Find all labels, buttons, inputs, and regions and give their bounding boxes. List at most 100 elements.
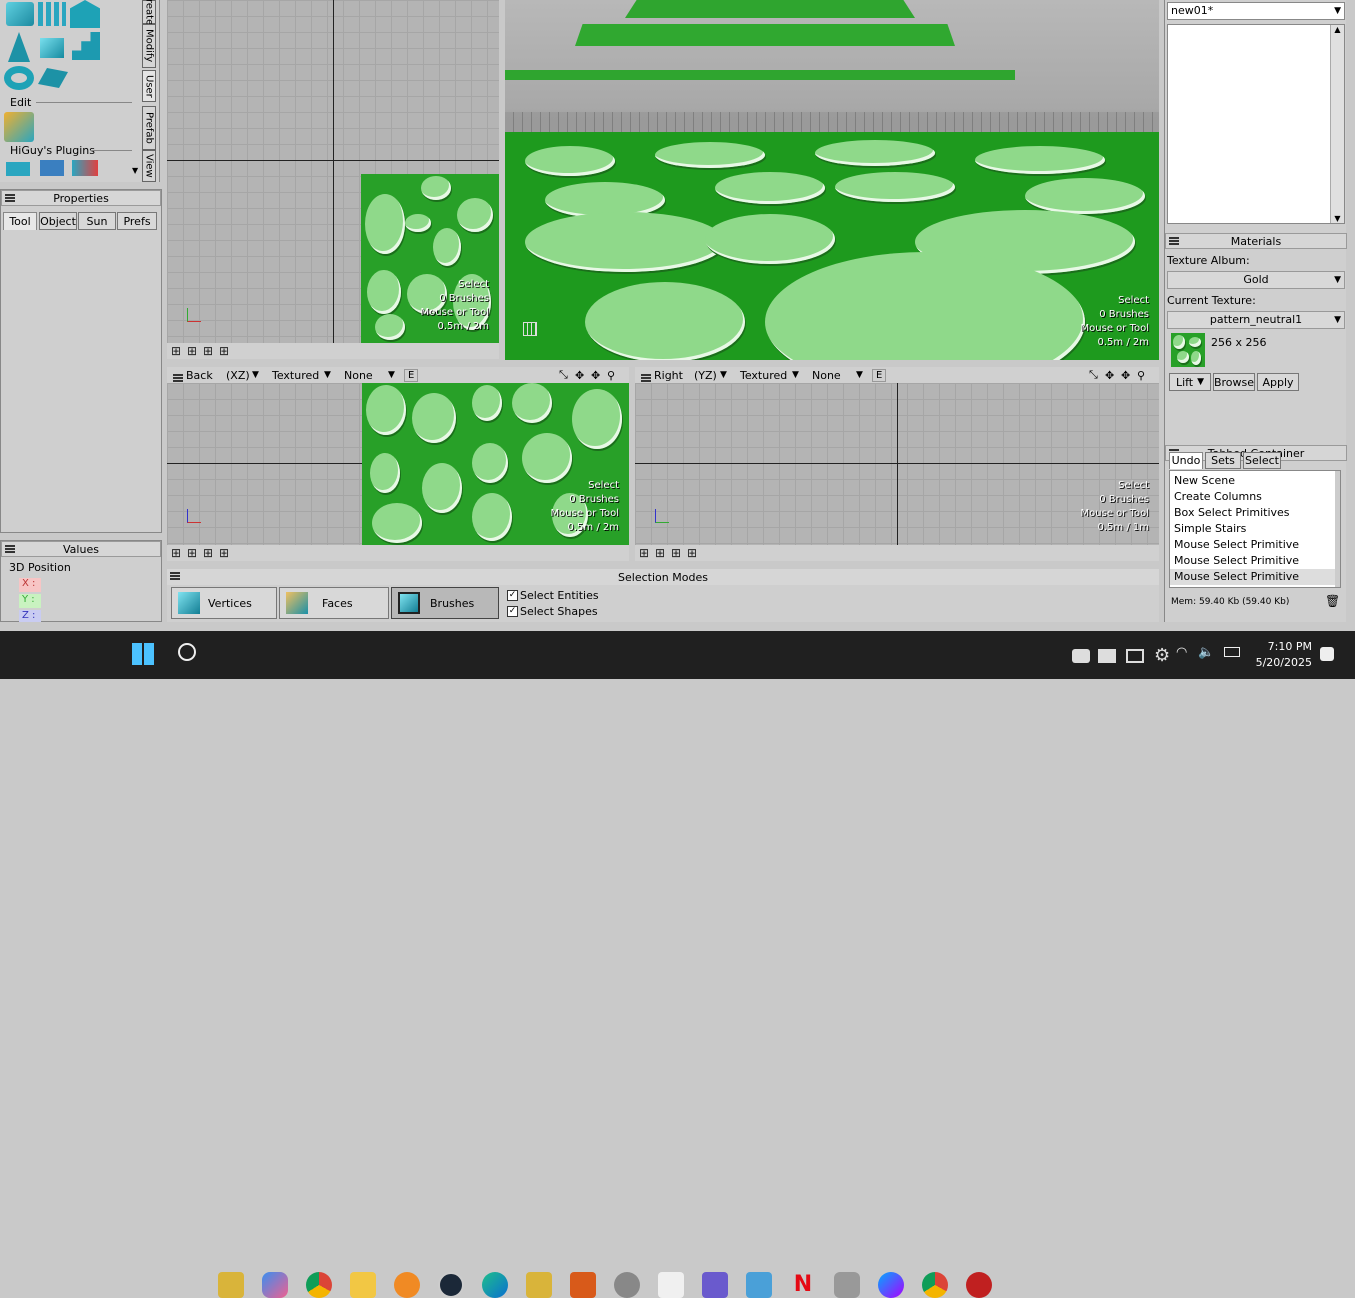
resize-icon[interactable]: ⤡ [559,368,568,382]
volume-icon[interactable]: 🔈 [1198,645,1214,660]
window-icon[interactable] [1126,649,1144,663]
filter-select[interactable]: None [344,369,388,382]
layout-icon[interactable]: ⊞ [639,546,649,560]
render-mode-select[interactable]: Textured [740,369,792,382]
axis-select[interactable]: (YZ) [694,369,720,382]
select-shapes-checkbox[interactable]: ✓ Select Shapes [507,605,598,618]
tab-user[interactable]: User [142,70,156,102]
search-icon[interactable] [178,643,196,661]
list-item[interactable]: Create Columns [1170,489,1340,505]
app-icon[interactable] [570,1272,596,1298]
plugin-icon[interactable] [6,162,30,176]
x-axis-field[interactable]: X : [19,578,41,592]
render-mode-select[interactable]: Textured [272,369,324,382]
zoom-icon[interactable]: ⚲ [1137,369,1145,382]
mode-brushes-button[interactable]: Brushes [391,587,499,619]
columns-primitive-icon[interactable] [38,2,66,26]
scene-select[interactable]: new01* ▼ [1167,2,1345,20]
netflix-icon[interactable]: N [790,1272,816,1298]
tab-object[interactable]: Object [39,212,77,230]
tab-undo[interactable]: Undo [1169,452,1203,469]
lift-button[interactable]: Lift ▼ [1169,373,1211,391]
scrollbar[interactable] [1335,471,1340,587]
app-icon[interactable] [218,1272,244,1298]
pan-icon[interactable]: ✥ [591,369,600,382]
list-item[interactable]: Mouse Select Primitive [1170,553,1340,569]
clock-time[interactable]: 7:10 PM [1262,640,1312,653]
layout-icon[interactable]: ⊞ [219,344,229,358]
move-icon[interactable]: ✥ [1105,369,1114,382]
tab-view[interactable]: View [142,150,156,182]
chrome-icon[interactable] [922,1272,948,1298]
chrome-icon[interactable] [306,1272,332,1298]
browse-button[interactable]: Browse [1213,373,1255,391]
box-primitive-icon[interactable] [6,2,34,26]
plugin-icon[interactable] [40,160,64,176]
layout-icon[interactable]: ⊞ [655,546,665,560]
layout-icon[interactable]: ⊞ [219,546,229,560]
list-item[interactable]: Simple Stairs [1170,521,1340,537]
chevron-down-icon[interactable]: ▼ [720,370,740,380]
edge-icon[interactable] [482,1272,508,1298]
app-icon[interactable] [702,1272,728,1298]
wifi-icon[interactable]: ◠ [1176,645,1187,660]
chevron-down-icon[interactable]: ▼ [856,370,872,380]
cube-primitive-icon[interactable] [40,38,64,58]
mode-vertices-button[interactable]: Vertices [171,587,277,619]
app-icon[interactable] [746,1272,772,1298]
windows-start-icon[interactable] [132,643,154,665]
battery-icon[interactable] [1224,647,1240,657]
camera-icon[interactable] [1072,649,1090,663]
copilot-icon[interactable] [262,1272,288,1298]
steam-icon[interactable] [438,1272,464,1298]
tab-prefs[interactable]: Prefs [117,212,157,230]
zoom-icon[interactable]: ⚲ [607,369,615,382]
stairs-primitive-icon[interactable] [72,32,100,60]
apply-button[interactable]: Apply [1257,373,1299,391]
app-icon[interactable] [966,1272,992,1298]
pan-icon[interactable]: ✥ [1121,369,1130,382]
y-axis-field[interactable]: Y : [19,594,41,608]
e-button[interactable]: E [872,368,887,382]
list-item[interactable]: New Scene [1170,473,1340,489]
current-texture-select[interactable]: pattern_neutral1 ▼ [1167,311,1345,329]
e-button[interactable]: E [404,368,419,382]
mode-faces-button[interactable]: Faces [279,587,389,619]
tab-sun[interactable]: Sun [78,212,116,230]
list-item[interactable]: Box Select Primitives [1170,505,1340,521]
app-icon[interactable] [526,1272,552,1298]
notification-icon[interactable] [1320,647,1334,661]
chevron-down-icon[interactable]: ▼ [324,370,344,380]
grid-toggle-icon[interactable] [523,322,537,336]
right-viewport[interactable]: Select 0 Brushes Mouse or Tool 0.5m / 1m [635,383,1159,545]
microphone-icon[interactable] [834,1272,860,1298]
z-axis-field[interactable]: Z : [19,610,41,622]
app-icon[interactable] [614,1272,640,1298]
axis-select[interactable]: (XZ) [226,369,252,382]
clock-date[interactable]: 5/20/2025 [1252,656,1312,669]
spike-primitive-icon[interactable] [8,32,30,62]
filter-select[interactable]: None [812,369,856,382]
chevron-down-icon[interactable]: ▼ [792,370,812,380]
house-primitive-icon[interactable] [70,0,100,28]
app-icon[interactable] [658,1272,684,1298]
plugin-icon[interactable] [72,160,98,176]
tab-create[interactable]: reate [142,0,156,25]
select-entities-checkbox[interactable]: ✓ Select Entities [507,589,599,602]
view-select[interactable]: Back [186,369,226,382]
tab-prefab[interactable]: Prefab [142,106,156,150]
tab-modify[interactable]: Modify [142,24,156,68]
texture-album-select[interactable]: Gold ▼ [1167,271,1345,289]
chevron-down-icon[interactable]: ▼ [388,370,404,380]
layout-icon[interactable]: ⊞ [187,344,197,358]
scrollbar[interactable]: ▲ ▼ [1330,25,1344,223]
edit-tool-icon[interactable] [4,112,34,142]
gear-icon[interactable]: ⚙ [1154,645,1170,666]
back-viewport[interactable]: Select 0 Brushes Mouse or Tool 0.5m / 2m [167,383,629,545]
fl-studio-icon[interactable] [394,1272,420,1298]
tab-select[interactable]: Select [1243,452,1281,469]
list-item[interactable]: Mouse Select Primitive [1170,569,1340,585]
file-explorer-icon[interactable] [350,1272,376,1298]
layout-icon[interactable]: ⊞ [187,546,197,560]
chevron-down-icon[interactable]: ▼ [252,370,272,380]
